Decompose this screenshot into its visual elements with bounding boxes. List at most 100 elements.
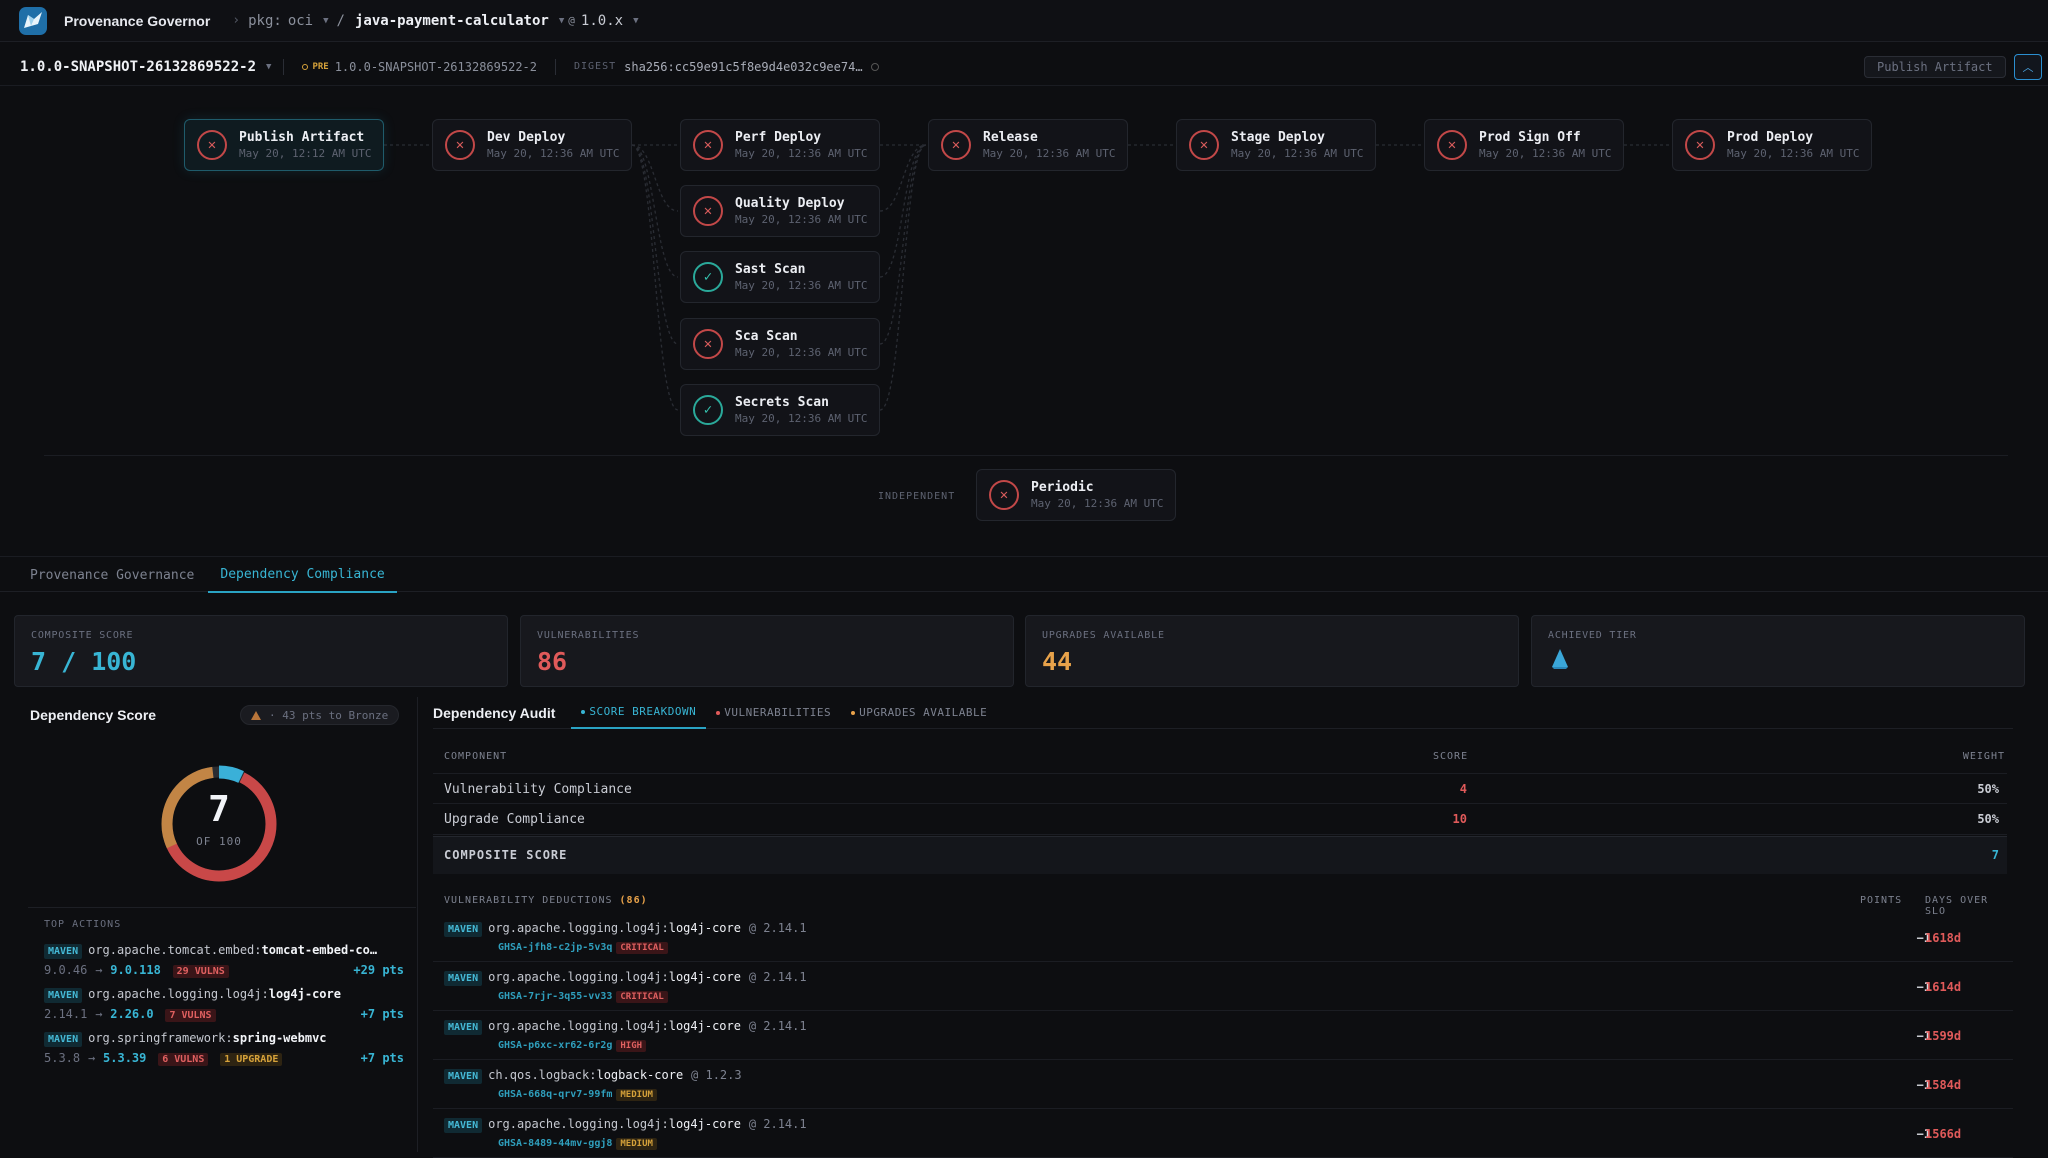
divider: [283, 58, 285, 75]
component-weight: 50%: [1977, 782, 1999, 796]
chevron-down-icon[interactable]: ▼: [633, 16, 638, 26]
stage-sca-scan[interactable]: ✕ Sca Scan May 20, 12:36 AM UTC: [680, 318, 880, 370]
package-group: org.apache.logging.log4j:: [488, 921, 669, 935]
tab-label: SCORE BREAKDOWN: [589, 705, 697, 718]
stage-periodic[interactable]: ✕ Periodic May 20, 12:36 AM UTC: [976, 469, 1176, 521]
audit-title: Dependency Audit: [433, 704, 556, 721]
stage-quality-deploy[interactable]: ✕ Quality Deploy May 20, 12:36 AM UTC: [680, 185, 880, 237]
ghsa-link[interactable]: GHSA-jfh8-c2jp-5v3q: [498, 942, 612, 953]
dependency-audit-panel: Dependency Audit SCORE BREAKDOWN VULNERA…: [433, 697, 2013, 1158]
stage-name: Prod Sign Off: [1479, 130, 1581, 145]
days-over-slo: 1584d: [1925, 1078, 1962, 1092]
pass-check-icon: ✓: [693, 395, 723, 425]
package-artifact: log4j-core: [668, 970, 741, 984]
stage-publish-artifact[interactable]: ✕ Publish Artifact May 20, 12:12 AM UTC: [184, 119, 384, 171]
top-action-item[interactable]: MAVEN org.apache.tomcat.embed:tomcat-embe…: [44, 943, 404, 983]
stage-dev-deploy[interactable]: ✕ Dev Deploy May 20, 12:36 AM UTC: [432, 119, 632, 171]
stage-name: Quality Deploy: [735, 196, 845, 211]
stage-release[interactable]: ✕ Release May 20, 12:36 AM UTC: [928, 119, 1128, 171]
tab-vulnerabilities[interactable]: VULNERABILITIES: [706, 697, 841, 729]
chevron-down-icon[interactable]: ▼: [323, 16, 328, 26]
tab-score-breakdown[interactable]: SCORE BREAKDOWN: [571, 697, 707, 729]
card-label: UPGRADES AVAILABLE: [1042, 630, 1165, 641]
ghsa-link[interactable]: GHSA-668q-qrv7-99fm: [498, 1089, 612, 1100]
stage-prod-deploy[interactable]: ✕ Prod Deploy May 20, 12:36 AM UTC: [1672, 119, 1872, 171]
donut-of-label: OF 100: [196, 835, 242, 848]
stage-name: Perf Deploy: [735, 130, 822, 145]
package-artifact: log4j-core: [668, 921, 741, 935]
tab-dot-icon: [581, 709, 586, 714]
tab-provenance-governance[interactable]: Provenance Governance: [18, 557, 206, 593]
package-name-select[interactable]: java-payment-calculator: [355, 13, 549, 29]
stage-time: May 20, 12:36 AM UTC: [735, 346, 868, 359]
stage-secrets-scan[interactable]: ✓ Secrets Scan May 20, 12:36 AM UTC: [680, 384, 880, 436]
tab-label: UPGRADES AVAILABLE: [859, 706, 988, 719]
chevron-down-icon[interactable]: ▼: [266, 62, 271, 72]
stage-time: May 20, 12:36 AM UTC: [735, 147, 868, 160]
deduction-row[interactable]: MAVEN ch.qos.logback:logback-core @ 1.2.3…: [433, 1060, 2013, 1109]
fail-x-icon: ✕: [1189, 130, 1219, 160]
package-group: org.apache.logging.log4j:: [488, 1117, 669, 1131]
package-group: org.apache.logging.log4j:: [488, 970, 669, 984]
chevron-down-icon[interactable]: ▼: [559, 16, 564, 26]
deduction-row[interactable]: MAVEN org.apache.logging.log4j:log4j-core…: [433, 913, 2013, 962]
component-score: 10: [1452, 812, 1467, 826]
independent-label: INDEPENDENT: [878, 491, 956, 502]
stage-time: May 20, 12:36 AM UTC: [1031, 497, 1164, 510]
ghsa-link[interactable]: GHSA-8489-44mv-ggj8: [498, 1138, 612, 1149]
stage-prod-sign-off[interactable]: ✕ Prod Sign Off May 20, 12:36 AM UTC: [1424, 119, 1624, 171]
days-over-slo: 1618d: [1925, 931, 1962, 945]
stage-perf-deploy[interactable]: ✕ Perf Deploy May 20, 12:36 AM UTC: [680, 119, 880, 171]
severity-badge: HIGH: [616, 1040, 647, 1052]
ghsa-link[interactable]: GHSA-p6xc-xr62-6r2g: [498, 1040, 612, 1051]
package-version: @ 2.14.1: [748, 1117, 807, 1131]
card-label: COMPOSITE SCORE: [31, 630, 134, 641]
stage-name: Release: [983, 130, 1038, 145]
version-range-select[interactable]: 1.0.x: [581, 13, 623, 29]
package-version: @ 2.14.1: [748, 970, 807, 984]
audit-header: Dependency Audit SCORE BREAKDOWN VULNERA…: [433, 697, 2013, 729]
vulnerabilities-value: 86: [537, 647, 568, 676]
deduction-row[interactable]: MAVEN org.apache.logging.log4j:log4j-core…: [433, 1011, 2013, 1060]
top-action-item[interactable]: MAVEN org.springframework:spring-webmvc 5…: [44, 1031, 404, 1071]
target-version: 5.3.39: [103, 1051, 147, 1065]
tab-upgrades-available[interactable]: UPGRADES AVAILABLE: [841, 697, 997, 729]
pre-release-dot-icon: [302, 63, 309, 70]
top-action-item[interactable]: MAVEN org.apache.logging.log4j:log4j-core…: [44, 987, 404, 1027]
collapse-button[interactable]: ︿: [2014, 54, 2042, 80]
tab-dependency-compliance[interactable]: Dependency Compliance: [208, 557, 397, 593]
deduction-package: MAVEN org.apache.logging.log4j:log4j-core…: [444, 921, 807, 937]
copy-icon[interactable]: [870, 62, 879, 71]
package-group: org.springframework:: [88, 1031, 233, 1045]
package-version: @ 2.14.1: [748, 921, 807, 935]
breadcrumb-slash: /: [336, 12, 345, 29]
deduction-row[interactable]: MAVEN org.apache.logging.log4j:log4j-core…: [433, 962, 2013, 1011]
component-score: 4: [1459, 782, 1467, 796]
pkg-label: pkg:: [248, 12, 282, 29]
vulnerabilities-card: VULNERABILITIES 86: [520, 615, 1014, 687]
vulns-badge: 29 VULNS: [172, 965, 229, 978]
ghsa-link[interactable]: GHSA-7rjr-3q55-vv33: [498, 991, 612, 1002]
publish-artifact-button[interactable]: Publish Artifact: [1864, 56, 2006, 78]
tab-dot-icon: [716, 710, 721, 715]
digest-value: sha256:cc59e91c5f8e9d4e032c9ee74…: [624, 59, 863, 74]
composite-score-card: COMPOSITE SCORE 7 / 100: [14, 615, 508, 687]
stage-time: May 20, 12:36 AM UTC: [983, 147, 1116, 160]
ecosystem-tag: MAVEN: [444, 971, 483, 986]
achieved-tier-card: ACHIEVED TIER: [1531, 615, 2025, 687]
pre-release-version: 1.0.0-SNAPSHOT-26132869522-2: [334, 59, 537, 74]
deductions-title: VULNERABILITY DEDUCTIONS: [444, 895, 613, 906]
severity-badge: CRITICAL: [616, 942, 668, 954]
stage-sast-scan[interactable]: ✓ Sast Scan May 20, 12:36 AM UTC: [680, 251, 880, 303]
stage-stage-deploy[interactable]: ✕ Stage Deploy May 20, 12:36 AM UTC: [1176, 119, 1376, 171]
version-select[interactable]: 1.0.0-SNAPSHOT-26132869522-2: [20, 59, 256, 75]
stage-time: May 20, 12:12 AM UTC: [239, 147, 372, 160]
tab-dot-icon: [851, 710, 856, 715]
ecosystem-tag: MAVEN: [44, 1032, 83, 1047]
pkg-type-select[interactable]: oci: [288, 13, 313, 29]
stage-time: May 20, 12:36 AM UTC: [1231, 147, 1364, 160]
droplet-icon: [1552, 649, 1568, 669]
stage-name: Sca Scan: [735, 329, 798, 344]
deduction-row[interactable]: MAVEN org.apache.logging.log4j:log4j-core…: [433, 1109, 2013, 1158]
deductions-label: VULNERABILITY DEDUCTIONS (86): [444, 895, 648, 906]
